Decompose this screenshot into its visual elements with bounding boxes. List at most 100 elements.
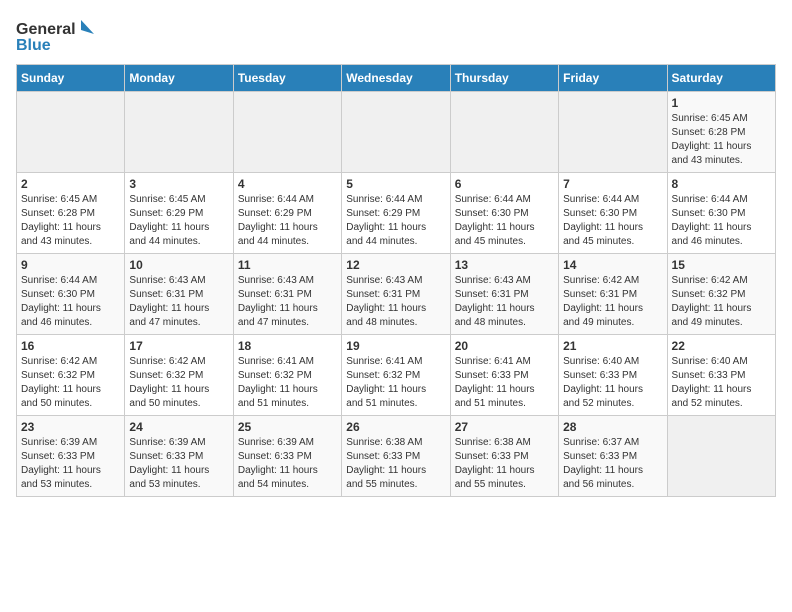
day-info: Sunrise: 6:44 AM Sunset: 6:29 PM Dayligh… [238,193,337,249]
day-number: 7 [563,177,662,191]
day-header-row: SundayMondayTuesdayWednesdayThursdayFrid… [17,65,776,92]
day-cell: 5 Sunrise: 6:44 AM Sunset: 6:29 PM Daylig… [342,173,450,254]
day-cell: 20 Sunrise: 6:41 AM Sunset: 6:33 PM Dayli… [450,335,558,416]
day-info: Sunrise: 6:42 AM Sunset: 6:32 PM Dayligh… [21,355,120,411]
day-info: Sunrise: 6:45 AM Sunset: 6:29 PM Dayligh… [129,193,228,249]
day-number: 19 [346,339,445,353]
day-cell: 11 Sunrise: 6:43 AM Sunset: 6:31 PM Dayli… [233,254,341,335]
day-info: Sunrise: 6:44 AM Sunset: 6:30 PM Dayligh… [455,193,554,249]
day-cell: 4 Sunrise: 6:44 AM Sunset: 6:29 PM Daylig… [233,173,341,254]
week-row-2: 9 Sunrise: 6:44 AM Sunset: 6:30 PM Daylig… [17,254,776,335]
day-number: 2 [21,177,120,191]
day-number: 27 [455,420,554,434]
day-cell: 12Sunrise: 6:43 AM Sunset: 6:31 PM Dayli… [342,254,450,335]
day-number: 21 [563,339,662,353]
day-number: 15 [672,258,771,272]
day-cell [125,92,233,173]
day-number: 11 [238,258,337,272]
day-info: Sunrise: 6:42 AM Sunset: 6:32 PM Dayligh… [672,274,771,330]
day-cell: 9 Sunrise: 6:44 AM Sunset: 6:30 PM Daylig… [17,254,125,335]
day-cell: 21 Sunrise: 6:40 AM Sunset: 6:33 PM Dayli… [559,335,667,416]
day-info: Sunrise: 6:42 AM Sunset: 6:31 PM Dayligh… [563,274,662,330]
day-number: 26 [346,420,445,434]
day-number: 17 [129,339,228,353]
day-cell [450,92,558,173]
day-info: Sunrise: 6:41 AM Sunset: 6:33 PM Dayligh… [455,355,554,411]
day-cell: 3 Sunrise: 6:45 AM Sunset: 6:29 PM Daylig… [125,173,233,254]
day-number: 12 [346,258,445,272]
day-info: Sunrise: 6:39 AM Sunset: 6:33 PM Dayligh… [238,436,337,492]
calendar-table: SundayMondayTuesdayWednesdayThursdayFrid… [16,64,776,497]
day-cell: 8Sunrise: 6:44 AM Sunset: 6:30 PM Daylig… [667,173,775,254]
day-info: Sunrise: 6:44 AM Sunset: 6:29 PM Dayligh… [346,193,445,249]
day-info: Sunrise: 6:39 AM Sunset: 6:33 PM Dayligh… [21,436,120,492]
day-cell: 19 Sunrise: 6:41 AM Sunset: 6:32 PM Dayli… [342,335,450,416]
day-number: 9 [21,258,120,272]
day-number: 13 [455,258,554,272]
day-cell: 14 Sunrise: 6:42 AM Sunset: 6:31 PM Dayli… [559,254,667,335]
day-cell [559,92,667,173]
day-header-tuesday: Tuesday [233,65,341,92]
day-cell: 27 Sunrise: 6:38 AM Sunset: 6:33 PM Dayli… [450,416,558,497]
day-info: Sunrise: 6:40 AM Sunset: 6:33 PM Dayligh… [672,355,771,411]
week-row-3: 16 Sunrise: 6:42 AM Sunset: 6:32 PM Dayli… [17,335,776,416]
day-info: Sunrise: 6:45 AM Sunset: 6:28 PM Dayligh… [21,193,120,249]
day-number: 23 [21,420,120,434]
day-cell: 15 Sunrise: 6:42 AM Sunset: 6:32 PM Dayli… [667,254,775,335]
day-header-wednesday: Wednesday [342,65,450,92]
day-number: 10 [129,258,228,272]
day-number: 18 [238,339,337,353]
day-number: 22 [672,339,771,353]
day-info: Sunrise: 6:45 AM Sunset: 6:28 PM Dayligh… [672,112,771,168]
logo: GeneralBlue [16,16,96,56]
day-number: 6 [455,177,554,191]
day-cell: 23 Sunrise: 6:39 AM Sunset: 6:33 PM Dayli… [17,416,125,497]
day-number: 20 [455,339,554,353]
day-number: 14 [563,258,662,272]
day-info: Sunrise: 6:37 AM Sunset: 6:33 PM Dayligh… [563,436,662,492]
day-header-monday: Monday [125,65,233,92]
day-info: Sunrise: 6:38 AM Sunset: 6:33 PM Dayligh… [455,436,554,492]
day-info: Sunrise: 6:43 AM Sunset: 6:31 PM Dayligh… [238,274,337,330]
day-cell: 10 Sunrise: 6:43 AM Sunset: 6:31 PM Dayli… [125,254,233,335]
day-cell [667,416,775,497]
week-row-0: 1 Sunrise: 6:45 AM Sunset: 6:28 PM Daylig… [17,92,776,173]
day-number: 16 [21,339,120,353]
day-cell: 18 Sunrise: 6:41 AM Sunset: 6:32 PM Dayli… [233,335,341,416]
day-number: 28 [563,420,662,434]
day-cell: 6 Sunrise: 6:44 AM Sunset: 6:30 PM Daylig… [450,173,558,254]
day-info: Sunrise: 6:44 AM Sunset: 6:30 PM Dayligh… [563,193,662,249]
day-info: Sunrise: 6:43 AM Sunset: 6:31 PM Dayligh… [455,274,554,330]
day-number: 3 [129,177,228,191]
day-cell [342,92,450,173]
day-number: 1 [672,96,771,110]
day-cell: 7 Sunrise: 6:44 AM Sunset: 6:30 PM Daylig… [559,173,667,254]
svg-text:General: General [16,21,76,38]
day-number: 25 [238,420,337,434]
day-cell: 28 Sunrise: 6:37 AM Sunset: 6:33 PM Dayli… [559,416,667,497]
page-header: GeneralBlue [16,16,776,56]
day-cell: 17 Sunrise: 6:42 AM Sunset: 6:32 PM Dayli… [125,335,233,416]
day-header-friday: Friday [559,65,667,92]
day-cell: 2 Sunrise: 6:45 AM Sunset: 6:28 PM Daylig… [17,173,125,254]
logo-svg: GeneralBlue [16,16,96,56]
day-info: Sunrise: 6:38 AM Sunset: 6:33 PM Dayligh… [346,436,445,492]
day-cell: 1 Sunrise: 6:45 AM Sunset: 6:28 PM Daylig… [667,92,775,173]
day-cell: 25 Sunrise: 6:39 AM Sunset: 6:33 PM Dayli… [233,416,341,497]
day-cell: 26 Sunrise: 6:38 AM Sunset: 6:33 PM Dayli… [342,416,450,497]
day-cell [233,92,341,173]
day-header-saturday: Saturday [667,65,775,92]
day-header-sunday: Sunday [17,65,125,92]
day-info: Sunrise: 6:43 AM Sunset: 6:31 PM Dayligh… [129,274,228,330]
day-info: Sunrise: 6:41 AM Sunset: 6:32 PM Dayligh… [238,355,337,411]
day-info: Sunrise: 6:42 AM Sunset: 6:32 PM Dayligh… [129,355,228,411]
day-cell: 22 Sunrise: 6:40 AM Sunset: 6:33 PM Dayli… [667,335,775,416]
day-info: Sunrise: 6:40 AM Sunset: 6:33 PM Dayligh… [563,355,662,411]
day-cell: 13 Sunrise: 6:43 AM Sunset: 6:31 PM Dayli… [450,254,558,335]
day-info: Sunrise: 6:41 AM Sunset: 6:32 PM Dayligh… [346,355,445,411]
day-info: Sunrise: 6:44 AM Sunset: 6:30 PM Dayligh… [21,274,120,330]
svg-text:Blue: Blue [16,37,51,54]
day-number: 5 [346,177,445,191]
week-row-1: 2 Sunrise: 6:45 AM Sunset: 6:28 PM Daylig… [17,173,776,254]
day-number: 4 [238,177,337,191]
